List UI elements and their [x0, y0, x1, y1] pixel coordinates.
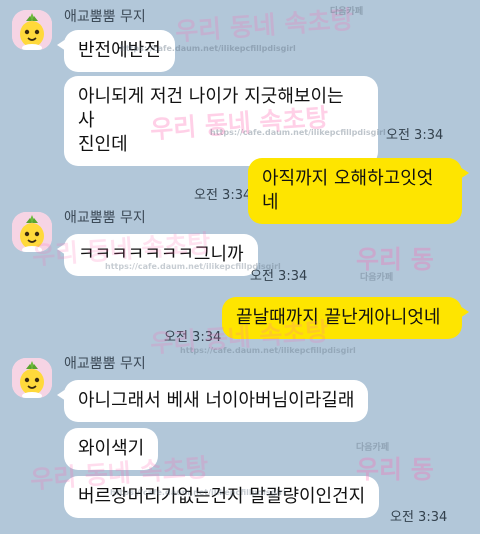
muji-character-icon	[12, 212, 52, 252]
message-bubble[interactable]: 반전에반전	[57, 30, 175, 72]
message-time: 오전 3:34	[250, 269, 308, 284]
watermark-url: https://cafe.daum.net/ilikepcfillpdisgir…	[180, 346, 356, 355]
profile-avatar[interactable]	[12, 358, 52, 398]
sender-name: 애교뿜뿜 무지	[64, 210, 146, 226]
message-time: 오전 3:34	[390, 510, 448, 525]
watermark-cafe-label: 다음카페	[330, 7, 364, 17]
watermark-brand: 우리 동네 속초탕	[174, 4, 355, 47]
muji-character-icon	[12, 358, 52, 398]
my-message-bubble[interactable]: 아직까지 오해하고잇엇네	[248, 158, 469, 224]
message-time: 오전 3:34	[194, 188, 252, 203]
message-bubble[interactable]: 아니그래서 베새 너이아버님이라길래	[56, 380, 369, 422]
sender-name: 애교뿜뿜 무지	[64, 9, 146, 25]
message-bubble[interactable]: 와이색기	[64, 428, 159, 470]
my-message-bubble[interactable]: 끝날때까지 끝난게아니엇네	[222, 297, 469, 339]
sender-name: 애교뿜뿜 무지	[64, 356, 146, 372]
watermark-cafe-label: 다음카페	[360, 273, 394, 283]
message-time: 오전 3:34	[386, 128, 444, 143]
profile-avatar[interactable]	[12, 212, 52, 252]
muji-character-icon	[12, 10, 52, 50]
message-bubble[interactable]: 버르장머리가없는건지 말괄량이인건지	[64, 476, 380, 518]
message-bubble[interactable]: 아니되게 저건 나이가 지긋해보이는 사 진인데	[64, 76, 378, 166]
message-time: 오전 3:34	[164, 330, 222, 345]
watermark-cafe-label: 다음카페	[356, 443, 390, 453]
watermark-brand-short: 우리 동	[356, 245, 434, 274]
message-bubble[interactable]: ㅋㅋㅋㅋㅋㅋㅋ그니까	[57, 234, 258, 276]
profile-avatar[interactable]	[12, 10, 52, 50]
